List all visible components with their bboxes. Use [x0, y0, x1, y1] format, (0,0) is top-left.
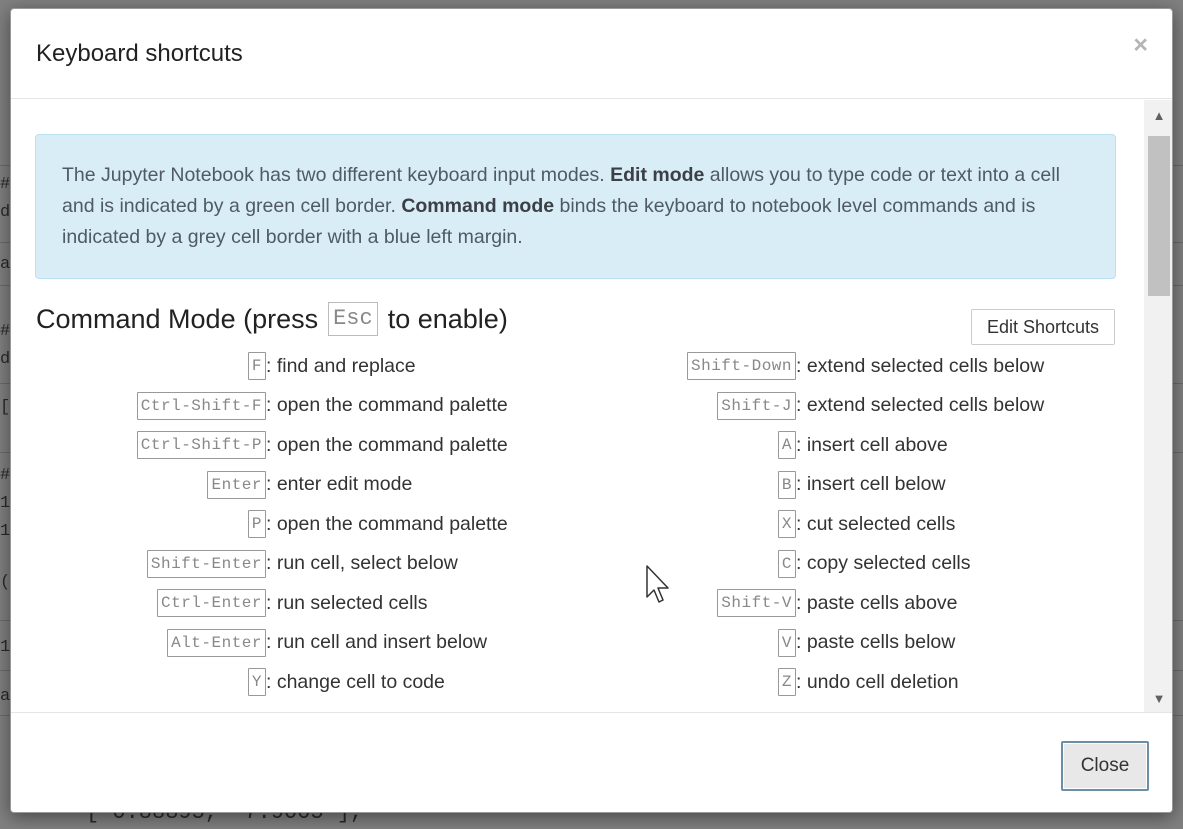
shortcut-row: X: cut selected cells [571, 509, 955, 539]
shortcut-key-cell: Shift-Enter [35, 549, 266, 578]
shortcut-key-cell: F [35, 352, 266, 380]
dialog-scrollbar[interactable]: ▲ ▼ [1144, 100, 1172, 712]
mouse-pointer-icon [646, 565, 669, 603]
shortcut-key: Z [777, 668, 796, 696]
shortcut-row: A: insert cell above [571, 430, 948, 460]
shortcut-row: Y: change cell to code [35, 667, 445, 697]
shortcut-key: B [777, 470, 796, 499]
shortcut-row: Ctrl-Enter: run selected cells [35, 588, 428, 618]
shortcut-key: P [247, 510, 266, 538]
shortcut-row: Ctrl-Shift-P: open the command palette [35, 430, 508, 460]
shortcut-description: : enter edit mode [266, 473, 413, 495]
shortcut-row: Enter: enter edit mode [35, 470, 412, 500]
heading-text: to enable) [387, 303, 508, 334]
intro-text: The Jupyter Notebook has two different k… [62, 164, 611, 186]
shortcut-key: A [777, 431, 796, 459]
shortcut-key: Alt-Enter [167, 628, 266, 657]
shortcut-description: : extend selected cells below [796, 354, 1045, 377]
close-button[interactable]: Close [1061, 741, 1149, 791]
shortcut-key-cell: Shift-V [571, 589, 796, 617]
dialog-footer: Close [11, 712, 1172, 812]
keyboard-shortcuts-dialog: Keyboard shortcuts × The Jupyter Noteboo… [10, 8, 1173, 813]
shortcut-key: Enter [207, 470, 266, 499]
scrollbar-thumb[interactable] [1148, 136, 1170, 296]
shortcut-description: : paste cells below [796, 631, 956, 653]
shortcut-row: Ctrl-Shift-F: open the command palette [35, 391, 508, 421]
shortcut-description: : copy selected cells [796, 552, 971, 574]
shortcut-key-cell: Y [35, 668, 266, 696]
shortcut-key: Shift-Enter [146, 549, 266, 578]
shortcut-description: : run cell, select below [266, 552, 458, 574]
shortcut-key-cell: P [35, 510, 266, 538]
shortcut-row: B: insert cell below [571, 470, 946, 500]
shortcut-key: Shift-Down [686, 352, 796, 380]
shortcut-description: : run selected cells [266, 591, 428, 614]
shortcut-row: Shift-Enter: run cell, select below [35, 549, 458, 579]
shortcut-key: F [247, 352, 266, 380]
shortcut-description: : open the command palette [266, 512, 508, 535]
shortcut-key: V [777, 628, 796, 657]
close-icon[interactable]: × [1133, 33, 1148, 58]
shortcut-key: Ctrl-Shift-P [136, 431, 266, 459]
shortcut-row: Shift-J: extend selected cells below [571, 391, 1044, 421]
dialog-title: Keyboard shortcuts [36, 40, 243, 67]
shortcut-key-cell: Ctrl-Shift-P [35, 431, 266, 459]
dialog-header: Keyboard shortcuts × [11, 9, 1172, 99]
shortcut-row: Alt-Enter: run cell and insert below [35, 628, 487, 658]
shortcut-key: Y [247, 668, 266, 696]
shortcut-key: C [777, 549, 796, 578]
esc-key: Esc [328, 302, 378, 336]
shortcut-description: : extend selected cells below [796, 394, 1045, 416]
dialog-body[interactable]: The Jupyter Notebook has two different k… [11, 100, 1144, 712]
shortcut-key-cell: A [571, 431, 796, 459]
shortcut-key-cell: V [571, 628, 796, 657]
shortcut-description: : change cell to code [266, 670, 445, 693]
shortcut-key-cell: X [571, 510, 796, 538]
shortcut-key-cell: Z [571, 668, 796, 696]
shortcut-key-cell: Enter [35, 470, 266, 499]
shortcut-description: : find and replace [266, 354, 416, 377]
shortcut-key: Ctrl-Enter [156, 589, 266, 617]
scroll-down-arrow-icon[interactable]: ▼ [1151, 691, 1167, 707]
shortcut-row: Z: undo cell deletion [571, 667, 959, 697]
shortcut-description: : insert cell below [796, 473, 946, 495]
shortcut-key-cell: Ctrl-Shift-F [35, 391, 266, 420]
edit-mode-term: Edit mode [610, 164, 705, 186]
shortcut-description: : paste cells above [796, 591, 958, 614]
shortcut-row: Shift-V: paste cells above [571, 588, 958, 618]
scroll-up-arrow-icon[interactable]: ▲ [1151, 108, 1167, 124]
shortcut-key-cell: Shift-J [571, 391, 796, 420]
shortcut-row: Shift-Down: extend selected cells below [571, 351, 1044, 381]
shortcut-description: : open the command palette [266, 394, 508, 416]
shortcut-description: : cut selected cells [796, 512, 956, 535]
shortcut-row: P: open the command palette [35, 509, 508, 539]
command-mode-heading: Command Mode (press Esc to enable) [36, 302, 508, 336]
edit-shortcuts-button[interactable]: Edit Shortcuts [971, 309, 1115, 345]
command-mode-term: Command mode [401, 195, 555, 217]
heading-text: Command Mode (press [36, 303, 319, 334]
shortcut-key-cell: Ctrl-Enter [35, 589, 266, 617]
shortcut-key: Ctrl-Shift-F [136, 391, 266, 420]
shortcut-row: V: paste cells below [571, 628, 955, 658]
shortcut-key: Shift-V [717, 589, 796, 617]
shortcut-key-cell: Shift-Down [571, 352, 796, 380]
shortcut-key: Shift-J [717, 391, 796, 420]
modes-info-alert: The Jupyter Notebook has two different k… [35, 134, 1116, 279]
shortcut-row: C: copy selected cells [571, 549, 971, 579]
shortcut-description: : run cell and insert below [266, 631, 488, 653]
shortcut-key-cell: Alt-Enter [35, 628, 266, 657]
shortcut-description: : open the command palette [266, 433, 508, 456]
shortcut-key-cell: B [571, 470, 796, 499]
shortcut-description: : undo cell deletion [796, 670, 959, 693]
shortcut-row: F: find and replace [35, 351, 416, 381]
shortcut-key: X [777, 510, 796, 538]
shortcut-description: : insert cell above [796, 433, 948, 456]
shortcut-key-cell: C [571, 549, 796, 578]
